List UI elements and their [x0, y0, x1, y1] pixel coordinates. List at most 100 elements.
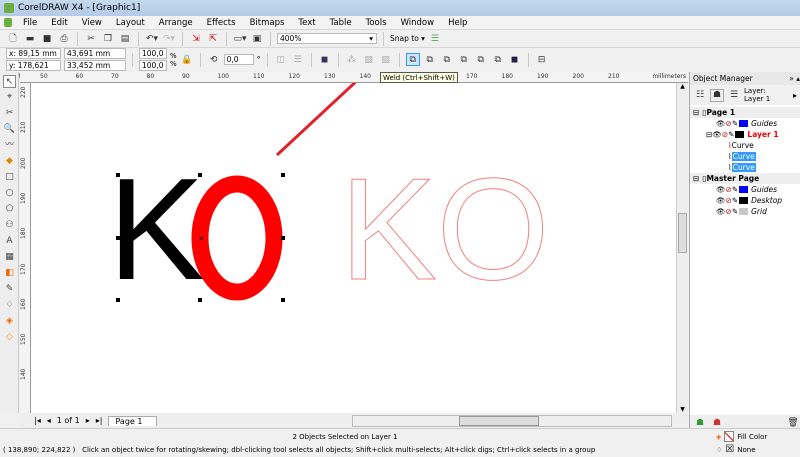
new-icon[interactable]: 🗋	[6, 32, 20, 45]
horizontal-ruler[interactable]: 5060708090100110120130140150160170180190…	[20, 72, 688, 83]
crop-tool-icon[interactable]: ✂	[3, 107, 16, 120]
trim-icon[interactable]: ⧉	[423, 53, 437, 66]
expand-icon[interactable]: » ▴	[789, 72, 800, 85]
print-icon[interactable]: ⎙	[57, 32, 71, 45]
combine-icon[interactable]: ⁂	[345, 53, 359, 66]
menu-edit[interactable]: Edit	[51, 18, 67, 28]
interactive-tool-icon[interactable]: ◧	[3, 267, 16, 280]
menu-layout[interactable]: Layout	[116, 18, 145, 28]
redo-icon[interactable]: ↷▾	[162, 32, 176, 45]
group-icon[interactable]: ◼	[318, 53, 332, 66]
open-icon[interactable]: ▬	[23, 32, 37, 45]
outline-tool-icon[interactable]: ♢	[3, 299, 16, 312]
intersect-icon[interactable]: ⧉	[440, 53, 454, 66]
lock-ratio-icon[interactable]: 🔒	[180, 53, 194, 66]
menu-table[interactable]: Table	[330, 18, 352, 28]
front-minus-back-icon[interactable]: ⧉	[474, 53, 488, 66]
edit-pencil-icon[interactable]: ✎	[732, 185, 738, 194]
angle-field[interactable]: 0,0	[223, 54, 254, 65]
doc-icon[interactable]	[4, 18, 12, 27]
last-page-icon[interactable]: ▸|	[96, 416, 103, 425]
drawing-canvas[interactable]: K KO ×	[31, 83, 676, 413]
options-icon[interactable]: ☰	[428, 32, 442, 45]
no-fill-swatch[interactable]	[724, 431, 735, 442]
edit-pencil-icon[interactable]: ✎	[732, 207, 738, 216]
pick-tool-icon[interactable]: ↖	[3, 75, 16, 88]
prev-page-icon[interactable]: ◂	[47, 416, 51, 425]
flyout-arrow-icon[interactable]: ▸	[793, 91, 797, 100]
red-line[interactable]	[275, 83, 362, 157]
horizontal-scrollbar[interactable]	[352, 414, 672, 427]
layer-manager-icon[interactable]: ☰	[727, 89, 741, 102]
weld-icon[interactable]: ⧉	[405, 53, 420, 66]
tree-item[interactable]: 👁 ⊘ ✎ Grid	[690, 206, 800, 217]
text-convert-icon[interactable]: ⊟	[535, 53, 549, 66]
menu-bitmaps[interactable]: Bitmaps	[250, 18, 285, 28]
back-minus-front-icon[interactable]: ⧉	[491, 53, 505, 66]
simplify-icon[interactable]: ⧉	[457, 53, 471, 66]
snap-to-dropdown[interactable]: Snap to ▾	[390, 34, 425, 43]
export-icon[interactable]: ⇱	[206, 32, 220, 45]
tree-item[interactable]: ⌇ Curve	[690, 162, 800, 173]
ellipse-tool-icon[interactable]: ○	[3, 187, 16, 200]
menu-tools[interactable]: Tools	[366, 18, 387, 28]
launcher-icon[interactable]: ▭▾	[233, 32, 247, 45]
menu-help[interactable]: Help	[448, 18, 467, 28]
tree-item[interactable]: 👁 ⊘ ✎ Guides	[690, 184, 800, 195]
menu-view[interactable]: View	[82, 18, 102, 28]
vertical-scrollbar[interactable]: ▲ ▼	[676, 83, 688, 413]
menu-text[interactable]: Text	[298, 18, 315, 28]
collapse-icon[interactable]: ⊟	[693, 174, 699, 183]
freehand-tool-icon[interactable]: 〰	[3, 139, 16, 152]
edit-pencil-icon[interactable]: ✎	[732, 196, 738, 205]
collapse-icon[interactable]: ⊟	[693, 108, 699, 117]
eye-icon[interactable]: 👁	[716, 119, 726, 128]
welded-outline-text[interactable]: KO	[340, 148, 551, 311]
boundary-icon[interactable]: ◼	[508, 53, 522, 66]
menu-file[interactable]: File	[23, 18, 37, 28]
letter-o-red[interactable]	[191, 175, 283, 301]
zoom-tool-icon[interactable]: 🔍	[3, 123, 16, 136]
scale-y-field[interactable]: 100,0	[139, 60, 167, 71]
width-field[interactable]: 43,691 mm	[64, 48, 126, 59]
first-page-icon[interactable]: |◂	[34, 416, 41, 425]
break-apart-icon[interactable]: ▧	[362, 53, 376, 66]
cut-icon[interactable]: ✂	[84, 32, 98, 45]
height-field[interactable]: 33,452 mm	[64, 60, 126, 71]
page-tab[interactable]: Page 1	[108, 415, 158, 426]
save-icon[interactable]: ■	[40, 32, 54, 45]
eye-icon[interactable]: 👁	[716, 207, 726, 216]
tree-item[interactable]: ⊟ 👁 ⊘ ✎ Layer 1	[690, 129, 800, 140]
eye-icon[interactable]: 👁	[716, 185, 726, 194]
next-page-icon[interactable]: ▸	[86, 416, 90, 425]
eye-icon[interactable]: 👁	[712, 130, 722, 139]
letter-k-black[interactable]: K	[108, 148, 205, 310]
vertical-ruler[interactable]: 220 210 200 190 180 170 160 150 140	[20, 83, 31, 413]
polygon-tool-icon[interactable]: ⬠	[3, 203, 16, 216]
basic-shapes-icon[interactable]: ⚇	[3, 219, 16, 232]
edit-pencil-icon[interactable]: ✎	[732, 119, 738, 128]
welcome-icon[interactable]: ▣	[250, 32, 264, 45]
menu-effects[interactable]: Effects	[207, 18, 236, 28]
outline-none-swatch[interactable]: ☒	[725, 444, 734, 455]
text-tool-icon[interactable]: A	[3, 235, 16, 248]
show-properties-icon[interactable]: ☷	[693, 89, 707, 102]
scale-x-field[interactable]: 100,0	[139, 48, 167, 59]
y-position-field[interactable]: y: 178,621 mm	[6, 60, 61, 80]
interactive-fill-icon[interactable]: ◇	[3, 331, 16, 344]
rectangle-tool-icon[interactable]: □	[3, 171, 16, 184]
mirror-icon[interactable]: ◫	[274, 53, 288, 66]
tree-item[interactable]: ⊟ ▯ Master Page	[690, 173, 800, 184]
menu-arrange[interactable]: Arrange	[159, 18, 193, 28]
edit-pencil-icon[interactable]: ✎	[728, 130, 734, 139]
shape-tool-icon[interactable]: ⌖	[3, 91, 16, 104]
tree-item[interactable]: ⊟ ▯ Page 1	[690, 107, 800, 118]
eye-icon[interactable]: 👁	[716, 196, 726, 205]
tree-item[interactable]: 👁 ⊘ ✎ Guides	[690, 118, 800, 129]
eyedropper-icon[interactable]: ✎	[3, 283, 16, 296]
ungroup-icon[interactable]: ▨	[379, 53, 393, 66]
zoom-level-select[interactable]: 400% ▾	[277, 33, 377, 44]
table-tool-icon[interactable]: ▦	[3, 251, 16, 264]
tree-item[interactable]: ⌇ Curve	[690, 151, 800, 162]
smart-fill-icon[interactable]: ◆	[3, 155, 16, 168]
